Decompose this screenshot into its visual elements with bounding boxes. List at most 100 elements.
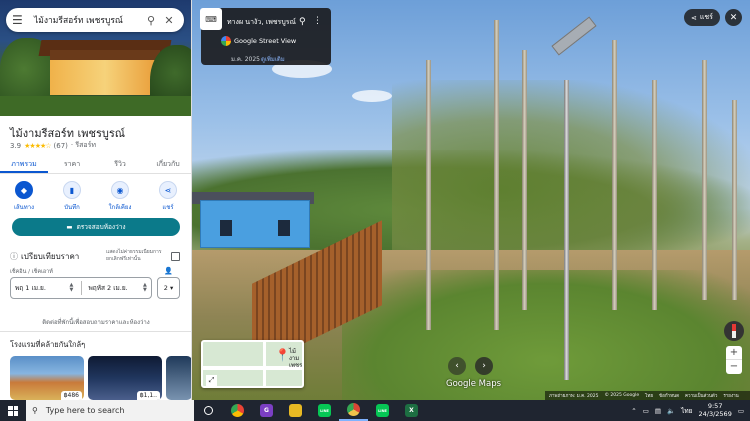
search-box[interactable]: ☰ ไม้งามรีสอร์ท เพชรบูรณ์ ⚲ ✕ bbox=[6, 8, 184, 32]
stepper-arrows-icon[interactable]: ▲ ▼ bbox=[70, 283, 78, 293]
place-rating: 3.9 ★★★★☆ (67) · รีสอร์ท bbox=[10, 140, 96, 151]
hotel-price: ฿1,1.. bbox=[136, 391, 160, 400]
place-tabs: ภาพรวม ราคา รีวิว เกี่ยวกับ bbox=[0, 156, 191, 174]
windows-logo-icon bbox=[8, 405, 18, 416]
keyboard-toggle-button[interactable]: ⌨ bbox=[200, 8, 222, 30]
action-buttons: ◆ เส้นทาง ▮ บันทึก ◉ ใกล้เคียง ⋖ แชร์ bbox=[0, 181, 191, 212]
compass-icon[interactable] bbox=[724, 321, 744, 341]
tab-overview[interactable]: ภาพรวม bbox=[0, 156, 48, 173]
start-button[interactable] bbox=[0, 400, 26, 421]
system-tray: ⌃ ▭ ▤ 🔈 ไทย 9:57 24/3/2569 ▭ bbox=[631, 400, 750, 421]
battery-icon[interactable]: ▭ bbox=[643, 407, 649, 415]
house bbox=[200, 200, 310, 248]
location-pin-icon[interactable]: ⚲ bbox=[299, 17, 306, 27]
mini-map[interactable]: 📍 ไม้งาม เพชร ⤢ bbox=[201, 340, 304, 388]
more-options-icon[interactable]: ⋮ bbox=[313, 16, 322, 26]
checkin-date[interactable]: พฤ 1 เม.ย. bbox=[11, 283, 70, 293]
clock[interactable]: 9:57 24/3/2569 bbox=[699, 402, 732, 419]
close-street-view-button[interactable]: ✕ bbox=[725, 9, 742, 26]
bookmark-icon: ▮ bbox=[63, 181, 81, 199]
nearby-hotel-card[interactable]: ฿486 bbox=[10, 356, 84, 400]
share-icon: ⋖ bbox=[691, 13, 697, 22]
search-input[interactable]: ไม้งามรีสอร์ท เพชรบูรณ์ bbox=[26, 13, 142, 27]
chrome-active-button[interactable] bbox=[339, 400, 368, 421]
google-logo-icon bbox=[221, 36, 231, 46]
zoom-out-button[interactable]: − bbox=[726, 360, 742, 374]
network-icon[interactable]: ▤ bbox=[655, 407, 661, 415]
guests-select[interactable]: 2 ▾ bbox=[157, 277, 180, 299]
nearby-hotels-heading: โรงแรมที่คล้ายกันใกล้ๆ bbox=[10, 340, 86, 349]
free-cancel-checkbox[interactable] bbox=[171, 252, 180, 261]
tab-about[interactable]: เกี่ยวกับ bbox=[144, 156, 191, 173]
chevron-up-icon[interactable]: ⌃ bbox=[631, 407, 636, 415]
checkin-label: เช็คอิน / เช็คเอาท์ bbox=[10, 269, 53, 275]
stepper-arrows-icon[interactable]: ▲ ▼ bbox=[143, 283, 151, 293]
nearby-icon: ◉ bbox=[111, 181, 129, 199]
chrome-button[interactable] bbox=[223, 400, 252, 421]
date-picker[interactable]: พฤ 1 เม.ย. ▲ ▼ พฤหัส 2 เม.ย. ▲ ▼ bbox=[10, 277, 152, 299]
directions-button[interactable]: ◆ เส้นทาง bbox=[4, 181, 44, 212]
windows-taskbar: ⚲ Type here to search G LINE LINE X ⌃ ▭ … bbox=[0, 400, 750, 421]
sv-date[interactable]: ม.ค. 2025 bbox=[231, 54, 260, 64]
tab-prices[interactable]: ราคา bbox=[48, 156, 96, 173]
rating-stars: ★★★★☆ bbox=[24, 141, 51, 150]
language-indicator[interactable]: ไทย bbox=[681, 406, 692, 416]
search-icon[interactable]: ⚲ bbox=[142, 14, 160, 27]
line2-button[interactable]: LINE bbox=[368, 400, 397, 421]
nav-arrow-left[interactable]: ‹ bbox=[448, 357, 466, 375]
place-category: · รีสอร์ท bbox=[70, 141, 96, 149]
nearby-hotel-card[interactable] bbox=[166, 356, 191, 400]
divider bbox=[0, 331, 191, 332]
tab-reviews[interactable]: รีวิว bbox=[96, 156, 144, 173]
taskbar-search[interactable]: ⚲ Type here to search bbox=[26, 400, 194, 421]
google-maps-logo: Google Maps bbox=[446, 379, 502, 389]
chevron-down-icon: ▾ bbox=[169, 284, 174, 292]
street-view-canvas[interactable]: ทางผ นางัว, เพชรบูรณ์ ⚲ ⋮ Google Street … bbox=[192, 0, 750, 400]
nearby-button[interactable]: ◉ ใกล้เคียง bbox=[100, 181, 140, 212]
compare-prices-heading: ⓘ เปรียบเทียบราคา bbox=[10, 252, 80, 261]
share-icon: ⋖ bbox=[159, 181, 177, 199]
sv-view-more-link[interactable]: ดูเพิ่มเติม bbox=[261, 54, 285, 64]
guests-icon: 👤 bbox=[164, 267, 173, 275]
bed-icon: ▬ bbox=[66, 223, 73, 231]
rating-value: 3.9 bbox=[10, 141, 22, 150]
line2-icon: LINE bbox=[376, 404, 389, 417]
zoom-in-button[interactable]: + bbox=[726, 346, 742, 360]
file-explorer-icon bbox=[289, 404, 302, 417]
chrome-active-icon bbox=[347, 403, 360, 416]
nav-arrow-right[interactable]: › bbox=[475, 357, 493, 375]
share-button[interactable]: ⋖ แชร์ bbox=[148, 181, 188, 212]
expand-icon[interactable]: ⤢ bbox=[206, 375, 217, 386]
menu-icon[interactable]: ☰ bbox=[12, 13, 26, 27]
attribution-bar: ภาพถ่ายภาพ: ม.ค. 2025 © 2025 Google ไทย … bbox=[545, 391, 750, 400]
minimap-label: ไม้งาม เพชร bbox=[289, 348, 303, 370]
nearby-hotel-card[interactable]: ฿1,1.. bbox=[88, 356, 162, 400]
sv-location: ทางผ นางัว, เพชรบูรณ์ bbox=[227, 18, 297, 26]
review-count[interactable]: (67) bbox=[54, 142, 68, 150]
close-icon[interactable]: ✕ bbox=[160, 14, 178, 27]
street-lamp bbox=[551, 16, 597, 56]
line-button[interactable]: LINE bbox=[310, 400, 339, 421]
map-pin-icon: 📍 bbox=[275, 348, 290, 362]
save-button[interactable]: ▮ บันทึก bbox=[52, 181, 92, 212]
app-g-icon: G bbox=[260, 404, 273, 417]
chrome-icon bbox=[231, 404, 244, 417]
volume-icon[interactable]: 🔈 bbox=[667, 407, 675, 415]
check-availability-button[interactable]: ▬ ตรวจสอบห้องว่าง bbox=[12, 218, 180, 236]
checkout-date[interactable]: พฤหัส 2 เม.ย. bbox=[85, 283, 144, 293]
info-icon: ⓘ bbox=[10, 252, 18, 261]
cortana-button[interactable] bbox=[194, 400, 223, 421]
search-icon: ⚲ bbox=[32, 406, 38, 415]
cortana-icon bbox=[204, 406, 213, 415]
place-panel: ☰ ไม้งามรีสอร์ท เพชรบูรณ์ ⚲ ✕ ไม้งามรีสอ… bbox=[0, 0, 192, 400]
notification-icon[interactable]: ▭ bbox=[738, 407, 744, 415]
excel-button[interactable]: X bbox=[397, 400, 426, 421]
line-icon: LINE bbox=[318, 404, 331, 417]
directions-icon: ◆ bbox=[15, 181, 33, 199]
share-button-sv[interactable]: ⋖ แชร์ bbox=[684, 9, 720, 26]
hotel-price: ฿486 bbox=[60, 391, 82, 400]
price-contact-message: ติดต่อที่พักนี้เพื่อสอบถามราคาและห้องว่า… bbox=[42, 319, 150, 326]
app-g-button[interactable]: G bbox=[252, 400, 281, 421]
lamp-pole bbox=[564, 80, 569, 380]
file-explorer-button[interactable] bbox=[281, 400, 310, 421]
